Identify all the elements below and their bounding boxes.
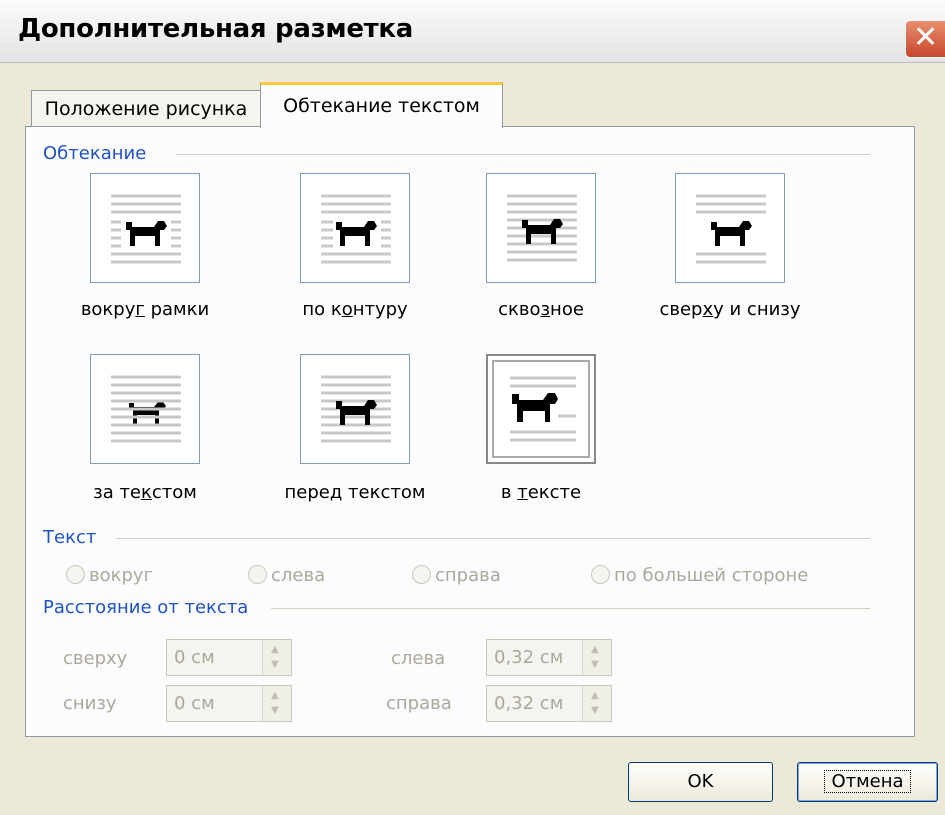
tight-wrap-label: по контуру xyxy=(302,299,408,320)
radio-largest-side[interactable]: по большей стороне xyxy=(591,565,808,586)
square-wrap-option[interactable] xyxy=(90,173,200,283)
ok-button[interactable]: OK xyxy=(628,762,773,802)
layout-dialog: Дополнительная разметка ✕ Положение рису… xyxy=(0,0,945,815)
top-bottom-wrap-option[interactable] xyxy=(675,173,785,283)
square-wrap-label: вокруг рамки xyxy=(80,299,210,320)
in-line-label: в тексте xyxy=(500,482,582,503)
tight-wrap-option[interactable] xyxy=(300,173,410,283)
close-icon: ✕ xyxy=(913,20,939,55)
spinner-buttons[interactable]: ▲ ▼ xyxy=(262,640,291,675)
tab-picture-position[interactable]: Положение рисунка xyxy=(31,90,261,127)
through-wrap-label: сквозное xyxy=(498,299,584,320)
wrapping-group-label: Обтекание xyxy=(43,143,153,164)
distance-left-label: слева xyxy=(391,648,446,669)
distance-bottom-label: снизу xyxy=(63,693,117,714)
text-group-label: Текст xyxy=(43,527,103,548)
tight-wrap-icon xyxy=(321,194,391,264)
tab-text-wrapping[interactable]: Обтекание текстом xyxy=(260,82,503,128)
distance-top-label: сверху xyxy=(63,648,128,669)
cancel-button[interactable]: Отмена xyxy=(797,762,938,802)
in-line-icon xyxy=(510,376,576,442)
behind-text-option[interactable] xyxy=(90,354,200,464)
dialog-title: Дополнительная разметка xyxy=(18,14,414,44)
distance-bottom-input[interactable]: 0 см ▲ ▼ xyxy=(166,685,292,722)
radio-around[interactable]: вокруг xyxy=(66,565,153,586)
tab-panel: Обтекание вокруг рамки по контуру сквозн… xyxy=(25,126,915,737)
top-bottom-wrap-label: сверху и снизу xyxy=(659,299,801,320)
behind-text-label: за текстом xyxy=(93,482,197,503)
distance-right-input[interactable]: 0,32 см ▲ ▼ xyxy=(486,685,612,722)
through-wrap-option[interactable] xyxy=(486,173,596,283)
in-front-of-text-label: перед текстом xyxy=(284,482,426,503)
group-divider xyxy=(176,154,870,155)
in-front-of-text-option[interactable] xyxy=(300,354,410,464)
distance-group-label: Расстояние от текста xyxy=(43,597,255,618)
in-front-of-text-icon xyxy=(321,375,391,443)
top-bottom-wrap-icon xyxy=(696,194,766,264)
spinner-buttons[interactable]: ▲ ▼ xyxy=(582,640,611,675)
distance-top-input[interactable]: 0 см ▲ ▼ xyxy=(166,639,292,676)
radio-left[interactable]: слева xyxy=(248,565,325,586)
through-wrap-icon xyxy=(507,194,577,262)
distance-left-input[interactable]: 0,32 см ▲ ▼ xyxy=(486,639,612,676)
spinner-buttons[interactable]: ▲ ▼ xyxy=(582,686,611,721)
title-bar[interactable]: Дополнительная разметка ✕ xyxy=(0,0,945,63)
close-button[interactable]: ✕ xyxy=(905,20,945,58)
square-wrap-icon xyxy=(111,194,181,264)
distance-right-label: справа xyxy=(386,693,452,714)
radio-right[interactable]: справа xyxy=(412,565,501,586)
group-divider xyxy=(271,608,870,609)
in-line-option[interactable] xyxy=(486,354,596,464)
spinner-buttons[interactable]: ▲ ▼ xyxy=(262,686,291,721)
behind-text-icon xyxy=(111,375,181,443)
group-divider xyxy=(116,538,870,539)
